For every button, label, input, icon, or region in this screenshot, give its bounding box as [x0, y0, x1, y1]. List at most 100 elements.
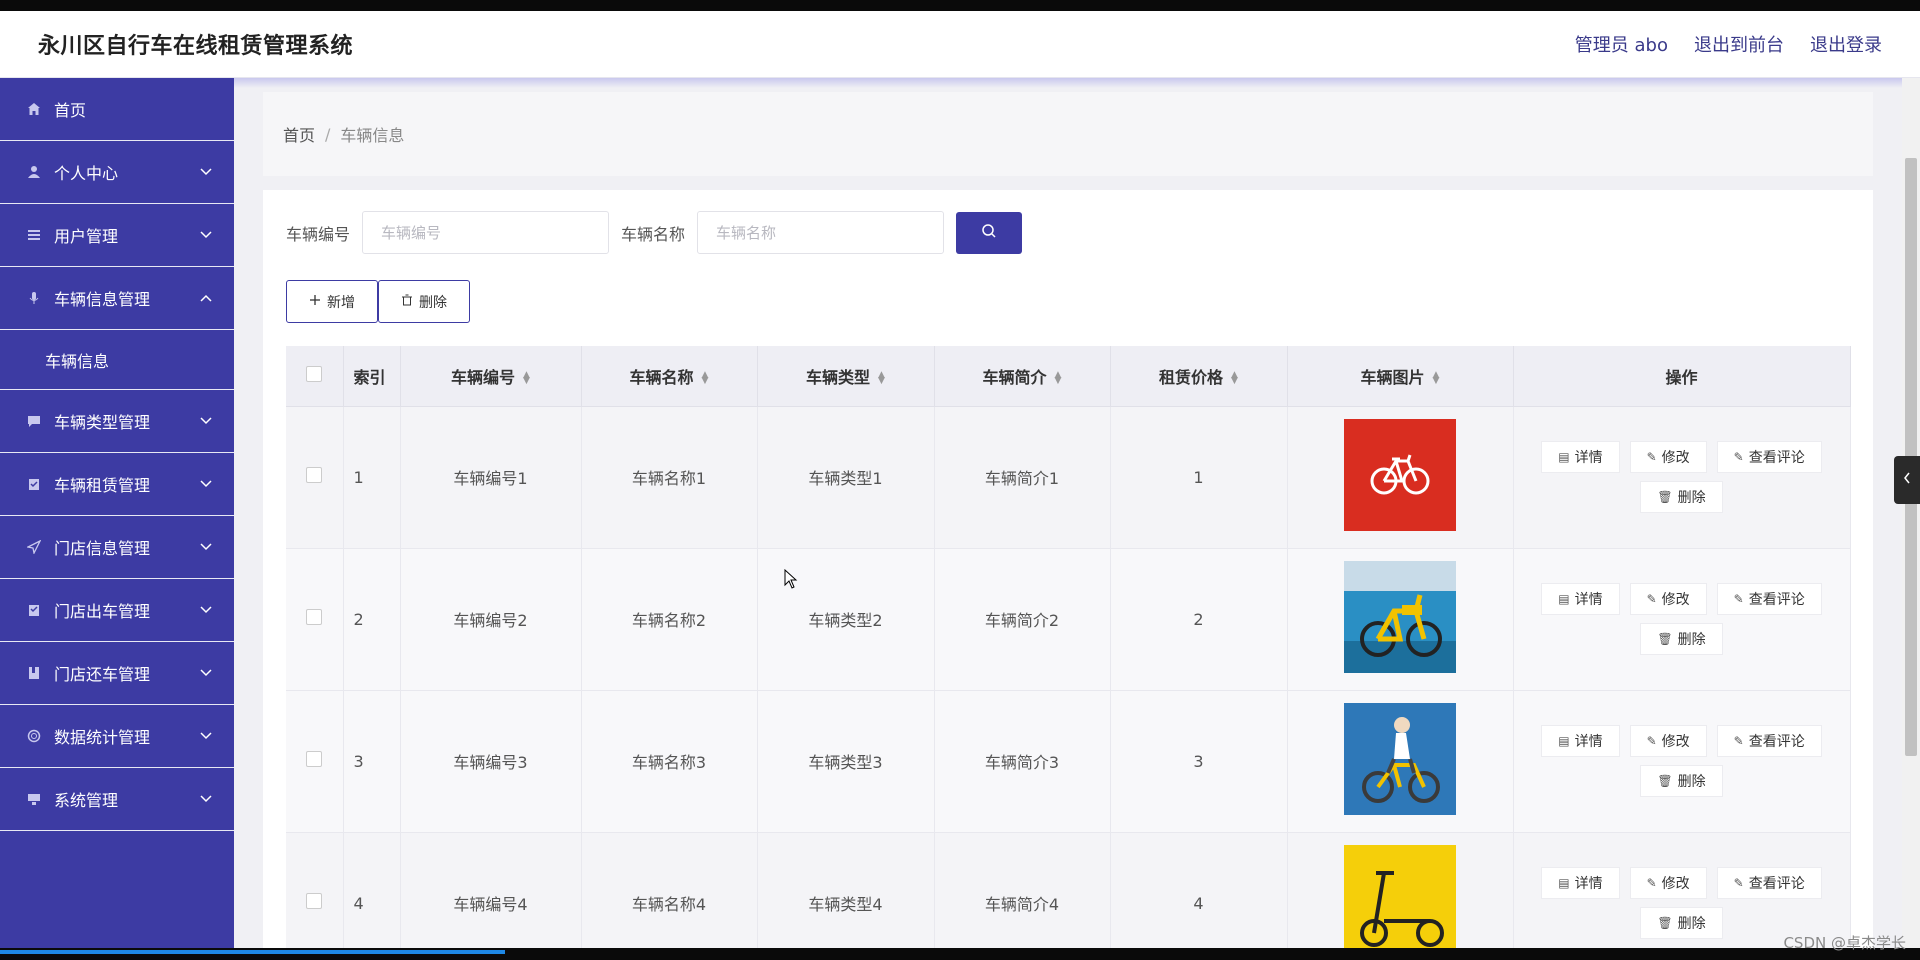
- index-cell: 1: [343, 406, 401, 549]
- table-row: 2 车辆编号2 车辆名称2 车辆类型2 车辆简介2 2 ▤ 详情 ✎ 修改 ✎ …: [286, 548, 1851, 691]
- side-expand-tab[interactable]: [1894, 456, 1920, 504]
- price-header[interactable]: 租赁价格 ▲ ▼: [1110, 346, 1288, 407]
- select-all-checkbox[interactable]: [306, 365, 323, 382]
- sort-icon[interactable]: ▲ ▼: [1231, 371, 1238, 386]
- chevron-down-icon: [200, 228, 212, 242]
- vehicle-code-input[interactable]: [362, 211, 610, 254]
- sidebar-item-vehicle-rental-management[interactable]: 车辆租赁管理: [0, 453, 234, 516]
- detail-button[interactable]: ▤ 详情: [1541, 583, 1620, 615]
- sidebar-item-label: 门店还车管理: [54, 665, 151, 684]
- pencil-icon: ✎: [1733, 450, 1744, 464]
- sidebar-item-vehicle-info-management[interactable]: 车辆信息管理: [0, 267, 234, 330]
- search-button[interactable]: [956, 211, 1023, 254]
- ops-cell: ▤ 详情 ✎ 修改 ✎ 查看评论 🗑 删除: [1513, 406, 1851, 549]
- red-bike-thumbnail[interactable]: [1344, 419, 1456, 531]
- sort-icon[interactable]: ▲ ▼: [1433, 371, 1440, 386]
- sidebar-item-store-checkout-management[interactable]: 门店出车管理: [0, 579, 234, 642]
- admin-label[interactable]: 管理员 abo: [1575, 31, 1668, 57]
- trash-icon: 🗑: [1657, 632, 1673, 646]
- sidebar-item-store-return-management[interactable]: 门店还车管理: [0, 642, 234, 705]
- breadcrumb-home[interactable]: 首页: [283, 122, 315, 146]
- edit-label: 修改: [1661, 450, 1690, 466]
- row-delete-button[interactable]: 🗑 删除: [1640, 907, 1723, 939]
- image-header[interactable]: 车辆图片 ▲ ▼: [1287, 346, 1514, 407]
- scooter-thumbnail[interactable]: [1344, 845, 1456, 948]
- pencil-icon: ✎: [1646, 592, 1657, 606]
- row-select-cell: [286, 548, 344, 691]
- app-header: 永川区自行车在线租赁管理系统 管理员 abo 退出到前台 退出登录: [0, 11, 1920, 78]
- exit-to-front-link[interactable]: 退出到前台: [1694, 31, 1784, 57]
- edit-button[interactable]: ✎ 修改: [1629, 725, 1707, 757]
- vehicle-name-input[interactable]: [697, 211, 945, 254]
- yellow-bike-thumbnail[interactable]: [1344, 561, 1456, 673]
- header-label: 租赁价格: [1159, 367, 1224, 387]
- view-comments-button[interactable]: ✎ 查看评论: [1716, 441, 1822, 473]
- view-comments-button[interactable]: ✎ 查看评论: [1716, 725, 1822, 757]
- name-header[interactable]: 车辆名称 ▲ ▼: [581, 346, 758, 407]
- sidebar-item-store-info-management[interactable]: 门店信息管理: [0, 516, 234, 579]
- sort-icon[interactable]: ▲ ▼: [702, 371, 709, 386]
- header-label: 车辆名称: [629, 367, 694, 387]
- pencil-icon: ✎: [1733, 734, 1744, 748]
- mouse-cursor: [784, 568, 798, 589]
- image-cell: [1287, 690, 1514, 833]
- row-select-cell: [286, 832, 344, 948]
- name-cell: 车辆名称1: [581, 406, 758, 549]
- sidebar-item-user-management[interactable]: 用户管理: [0, 204, 234, 267]
- vertical-scrollbar[interactable]: [1902, 78, 1920, 948]
- type-header[interactable]: 车辆类型 ▲ ▼: [757, 346, 935, 407]
- row-delete-button[interactable]: 🗑 删除: [1640, 623, 1723, 655]
- edit-button[interactable]: ✎ 修改: [1629, 583, 1707, 615]
- edit-button[interactable]: ✎ 修改: [1629, 441, 1707, 473]
- sort-icon[interactable]: ▲ ▼: [523, 371, 530, 386]
- delete-button-label: 删除: [419, 294, 447, 311]
- vehicle-name-label: 车辆名称: [621, 224, 686, 244]
- header-label: 车辆简介: [982, 367, 1047, 387]
- row-checkbox[interactable]: [306, 751, 323, 767]
- chevron-down-icon: [200, 165, 212, 179]
- sidebar-item-home[interactable]: 首页: [0, 78, 234, 141]
- pencil-icon: ✎: [1733, 592, 1744, 606]
- chevron-down-icon: [200, 540, 212, 554]
- code-header[interactable]: 车辆编号 ▲ ▼: [400, 346, 582, 407]
- add-button[interactable]: 新增: [286, 280, 378, 323]
- logout-link[interactable]: 退出登录: [1810, 31, 1882, 57]
- view-comments-button[interactable]: ✎ 查看评论: [1716, 867, 1822, 899]
- trash-icon: [401, 294, 413, 310]
- breadcrumb-current: 车辆信息: [340, 126, 405, 145]
- sidebar-item-personal-center[interactable]: 个人中心: [0, 141, 234, 204]
- detail-button[interactable]: ▤ 详情: [1541, 867, 1620, 899]
- sidebar: 首页 个人中心 用户管理 车辆信息管理 车辆信息 车辆类型管理 车辆租赁管理 门…: [0, 78, 234, 948]
- batch-delete-button[interactable]: 删除: [378, 280, 470, 323]
- document-icon: ▤: [1558, 876, 1570, 890]
- detail-label: 详情: [1574, 450, 1603, 466]
- code-cell: 车辆编号3: [400, 690, 582, 833]
- sidebar-item-vehicle-type-management[interactable]: 车辆类型管理: [0, 390, 234, 453]
- intro-header[interactable]: 车辆简介 ▲ ▼: [934, 346, 1111, 407]
- row-checkbox[interactable]: [306, 893, 323, 909]
- chevron-down-icon: [200, 603, 212, 617]
- user-icon: [26, 164, 42, 180]
- document-icon: ▤: [1558, 450, 1570, 464]
- name-cell: 车辆名称2: [581, 548, 758, 691]
- index-cell: 3: [343, 690, 401, 833]
- row-checkbox[interactable]: [306, 609, 323, 625]
- delete-label: 删除: [1677, 632, 1706, 648]
- edit-button[interactable]: ✎ 修改: [1629, 867, 1707, 899]
- sidebar-subitem-vehicle-info[interactable]: 车辆信息: [0, 330, 234, 390]
- sort-icon[interactable]: ▲ ▼: [1055, 371, 1062, 386]
- send-icon: [26, 539, 42, 555]
- sidebar-item-label: 数据统计管理: [54, 728, 151, 747]
- vehicle-table: 索引 车辆编号 ▲ ▼ 车辆名称 ▲ ▼ 车辆类型 ▲ ▼ 车辆简介 ▲ ▼ 租赁价格 ▲ ▼ 车辆…: [286, 346, 1851, 948]
- row-delete-button[interactable]: 🗑 删除: [1640, 765, 1723, 797]
- row-checkbox[interactable]: [306, 467, 323, 483]
- table-row: 1 车辆编号1 车辆名称1 车辆类型1 车辆简介1 1 ▤ 详情 ✎ 修改 ✎ …: [286, 406, 1851, 549]
- row-delete-button[interactable]: 🗑 删除: [1640, 481, 1723, 513]
- rider-bike-thumbnail[interactable]: [1344, 703, 1456, 815]
- detail-button[interactable]: ▤ 详情: [1541, 441, 1620, 473]
- sort-icon[interactable]: ▲ ▼: [878, 371, 885, 386]
- detail-button[interactable]: ▤ 详情: [1541, 725, 1620, 757]
- sidebar-item-system-management[interactable]: 系统管理: [0, 768, 234, 831]
- sidebar-item-data-statistics-management[interactable]: 数据统计管理: [0, 705, 234, 768]
- view-comments-button[interactable]: ✎ 查看评论: [1716, 583, 1822, 615]
